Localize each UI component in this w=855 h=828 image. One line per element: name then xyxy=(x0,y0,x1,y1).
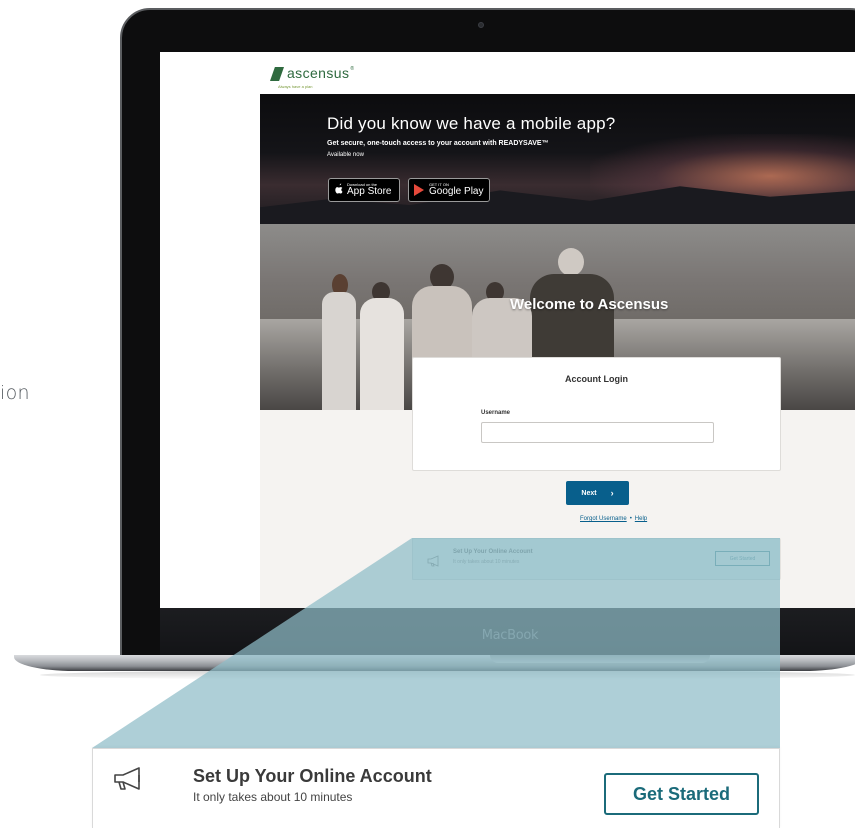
google-play-button[interactable]: GET IT ON Google Play xyxy=(408,178,490,202)
megaphone-icon xyxy=(109,759,149,804)
laptop-chin: MacBook xyxy=(160,608,855,660)
family-figure-head xyxy=(558,248,584,276)
laptop-screen: ascensus ® Always have a plan Did you kn… xyxy=(160,52,855,608)
banner-title: Did you know we have a mobile app? xyxy=(327,114,616,133)
next-button-label: Next xyxy=(581,489,597,497)
banner-availability: Available now xyxy=(327,152,364,158)
macbook-label: MacBook xyxy=(481,628,539,643)
link-separator: • xyxy=(629,516,632,522)
get-started-button-mini[interactable]: Get Started xyxy=(715,551,770,566)
forgot-username-link[interactable]: Forgot Username xyxy=(580,516,627,522)
logo-tagline: Always have a plan xyxy=(278,84,313,89)
apple-icon xyxy=(334,183,344,198)
ascensus-logo[interactable]: ascensus ® xyxy=(270,66,354,81)
google-play-label: Google Play xyxy=(429,186,484,197)
chevron-right-icon: › xyxy=(610,488,614,498)
laptop-base-notch xyxy=(490,655,710,663)
ascensus-logo-mark-icon xyxy=(270,67,284,81)
laptop-base xyxy=(14,655,855,671)
help-link[interactable]: Help xyxy=(635,516,647,522)
username-input[interactable] xyxy=(481,422,714,443)
login-help-links: Forgot Username • Help xyxy=(580,516,647,522)
megaphone-icon xyxy=(427,554,441,572)
setup-account-card-zoomed: Set Up Your Online Account It only takes… xyxy=(92,748,780,828)
setup-account-title: Set Up Your Online Account xyxy=(453,549,533,555)
app-store-label: App Store xyxy=(347,186,392,197)
logo-registered-mark: ® xyxy=(350,66,355,72)
account-login-title: Account Login xyxy=(565,374,628,384)
family-figure-body xyxy=(360,298,404,410)
mobile-app-banner: Did you know we have a mobile app? Get s… xyxy=(260,94,855,224)
site-header: ascensus ® Always have a plan xyxy=(160,52,855,94)
app-store-button[interactable]: Download on the App Store xyxy=(328,178,400,202)
laptop-base-shadow xyxy=(40,670,855,680)
next-button[interactable]: Next › xyxy=(566,481,629,505)
family-figure-body xyxy=(322,292,356,410)
setup-account-subtitle: It only takes about 10 minutes xyxy=(193,790,353,804)
setup-account-title: Set Up Your Online Account xyxy=(193,766,432,786)
side-text: ion xyxy=(0,382,30,404)
setup-account-card-mini: Set Up Your Online Account It only takes… xyxy=(412,538,781,580)
banner-subtitle: Get secure, one-touch access to your acc… xyxy=(327,140,549,147)
welcome-title: Welcome to Ascensus xyxy=(510,296,669,313)
ascensus-logo-text: ascensus xyxy=(287,65,350,81)
laptop-camera xyxy=(478,22,484,28)
account-login-card: Account Login Username xyxy=(412,357,781,471)
google-play-icon xyxy=(414,184,424,196)
setup-account-subtitle: It only takes about 10 minutes xyxy=(453,559,520,565)
get-started-button[interactable]: Get Started xyxy=(604,773,759,815)
username-label: Username xyxy=(481,410,511,416)
